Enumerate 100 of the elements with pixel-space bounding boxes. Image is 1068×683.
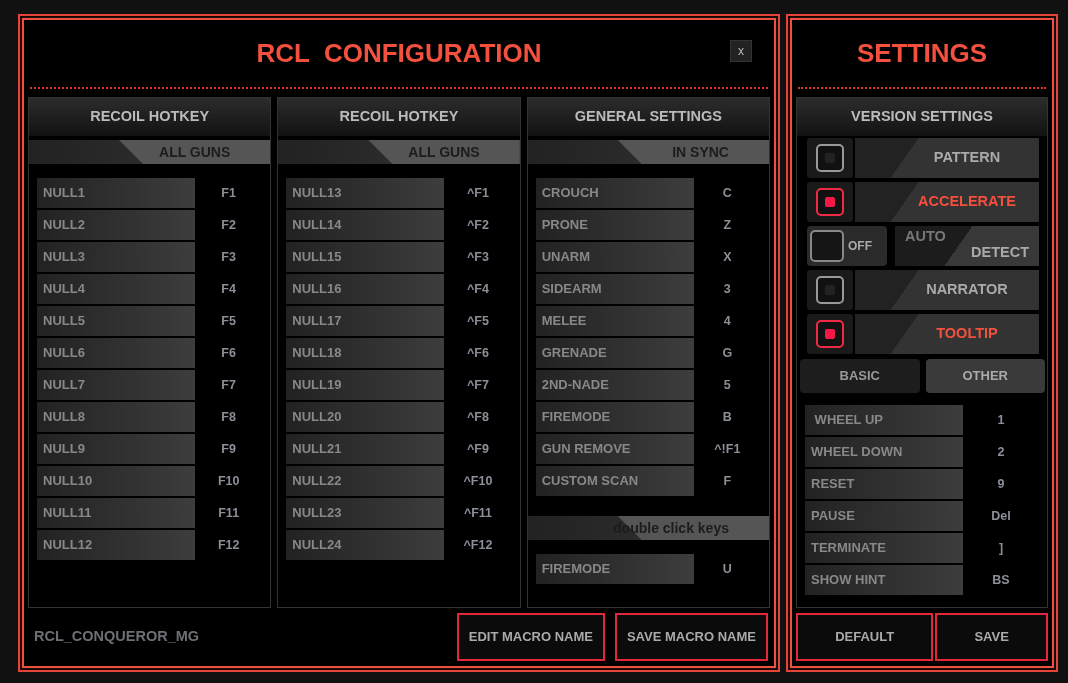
action-field[interactable]: NULL18 [286, 338, 445, 368]
action-field[interactable]: NULL23 [286, 498, 445, 528]
action-field[interactable]: WHEEL DOWN [805, 437, 963, 467]
hotkey-text: C [721, 184, 733, 202]
action-field[interactable]: PAUSE [805, 501, 963, 531]
hotkey-text: 4 [722, 312, 732, 330]
hotkey-text: ^F11 [462, 504, 494, 522]
hotkey-text: 9 [996, 475, 1006, 493]
option-label: AUTO [905, 229, 946, 245]
action-field[interactable]: GRENADE [535, 338, 694, 368]
action-field[interactable]: NULL13 [286, 178, 445, 208]
hotkey-text: ^F4 [466, 280, 490, 298]
action-field[interactable]: 2ND-NADE [535, 370, 694, 400]
action-field[interactable]: CUSTOM SCAN [535, 466, 694, 496]
hotkey-text: F2 [220, 216, 237, 234]
hotkey-text: F11 [217, 504, 241, 522]
option-label: PATTERN [855, 138, 1039, 178]
toggle-switch[interactable]: OFF [807, 226, 887, 266]
option-label: DETECT [971, 244, 1029, 261]
checkbox[interactable] [807, 314, 853, 354]
action-field[interactable]: NULL14 [286, 210, 445, 240]
hotkey-text: F3 [220, 248, 237, 266]
hotkey-text: Del [990, 507, 1012, 525]
option-label: NARRATOR [855, 270, 1039, 310]
section-label: ALL GUNS [159, 142, 231, 162]
hotkey-text: ^F6 [466, 344, 490, 362]
hotkey-text: ^F8 [466, 408, 490, 426]
action-field[interactable]: MELEE [535, 306, 694, 336]
action-field[interactable]: NULL22 [286, 466, 445, 496]
hotkey-text: ^F9 [466, 440, 490, 458]
action-field[interactable]: NULL8 [37, 402, 195, 432]
hotkey-text: ^!F1 [713, 440, 742, 458]
hotkey-text: B [721, 408, 733, 426]
hotkey-text: F [722, 472, 733, 490]
hotkey-text: F6 [220, 344, 237, 362]
checkbox[interactable] [807, 270, 853, 310]
action-field[interactable]: NULL5 [37, 306, 195, 336]
action-field[interactable]: NULL1 [37, 178, 195, 208]
hotkey-text: 5 [722, 376, 732, 394]
panel-header: VERSION SETTINGS [797, 98, 1047, 136]
settings-button[interactable]: DEFAULT [796, 613, 934, 661]
action-field[interactable]: PRONE [535, 210, 694, 240]
tab[interactable]: OTHER [925, 359, 1045, 393]
action-field[interactable]: NULL11 [37, 498, 195, 528]
tab[interactable]: BASIC [800, 359, 920, 393]
panel-header: RECOIL HOTKEY [278, 98, 520, 136]
checkbox[interactable] [807, 182, 853, 222]
hotkey-text: ^F7 [466, 376, 490, 394]
action-field[interactable]: NULL2 [37, 210, 195, 240]
action-field[interactable]: NULL20 [286, 402, 445, 432]
action-field[interactable]: NULL7 [37, 370, 195, 400]
settings-button[interactable]: SAVE [935, 613, 1048, 661]
action-field[interactable]: NULL9 [37, 434, 195, 464]
action-field[interactable]: SHOW HINT [805, 565, 963, 595]
action-field[interactable]: NULL15 [286, 242, 445, 272]
settings-title: SETTINGS [857, 37, 987, 70]
action-field[interactable]: NULL24 [286, 530, 445, 560]
action-field[interactable]: RESET [805, 469, 963, 499]
action-field[interactable]: NULL4 [37, 274, 195, 304]
option-label: ACCELERATE [855, 182, 1039, 222]
action-field[interactable]: TERMINATE [805, 533, 963, 563]
hotkey-text: F9 [220, 440, 237, 458]
hotkey-text: ] [997, 539, 1005, 557]
option-label: TOOLTIP [855, 314, 1039, 354]
action-field[interactable]: NULL21 [286, 434, 445, 464]
action-field[interactable]: NULL6 [37, 338, 195, 368]
window-title: RCL CONFIGURATION [256, 37, 542, 70]
action-field[interactable]: WHEEL UP [805, 405, 963, 435]
macro-button[interactable]: EDIT MACRO NAME [456, 613, 605, 661]
action-field[interactable]: NULL3 [37, 242, 195, 272]
hotkey-text: X [722, 248, 733, 266]
action-field[interactable]: NULL19 [286, 370, 445, 400]
panel-header: RECOIL HOTKEY [29, 98, 271, 136]
action-field[interactable]: FIREMODE [535, 554, 694, 584]
hotkey-text: ^F1 [466, 184, 490, 202]
panel-header: GENERAL SETTINGS [527, 98, 769, 136]
hotkey-text: F1 [220, 184, 237, 202]
hotkey-text: F4 [220, 280, 237, 298]
action-field[interactable]: NULL17 [286, 306, 445, 336]
close-button[interactable]: x [730, 40, 752, 62]
section-label: IN SYNC [672, 142, 729, 162]
hotkey-text: ^F5 [466, 312, 490, 330]
hotkey-text: ^F3 [466, 248, 490, 266]
hotkey-text: F8 [220, 408, 237, 426]
macro-button[interactable]: SAVE MACRO NAME [614, 613, 768, 661]
hotkey-text: ^F10 [462, 472, 494, 490]
action-field[interactable]: NULL12 [37, 530, 195, 560]
checkbox[interactable] [807, 138, 853, 178]
action-field[interactable]: GUN REMOVE [535, 434, 694, 464]
hotkey-text: ^F2 [466, 216, 490, 234]
hotkey-text: U [721, 560, 733, 578]
action-field[interactable]: UNARM [535, 242, 694, 272]
action-field[interactable]: SIDEARM [535, 274, 694, 304]
action-field[interactable]: NULL16 [286, 274, 445, 304]
hotkey-text: Z [722, 216, 733, 234]
action-field[interactable]: FIREMODE [535, 402, 694, 432]
action-field[interactable]: CROUCH [535, 178, 694, 208]
hotkey-text: 3 [722, 280, 732, 298]
macro-name: RCL_CONQUEROR_MG [34, 627, 200, 647]
action-field[interactable]: NULL10 [37, 466, 195, 496]
